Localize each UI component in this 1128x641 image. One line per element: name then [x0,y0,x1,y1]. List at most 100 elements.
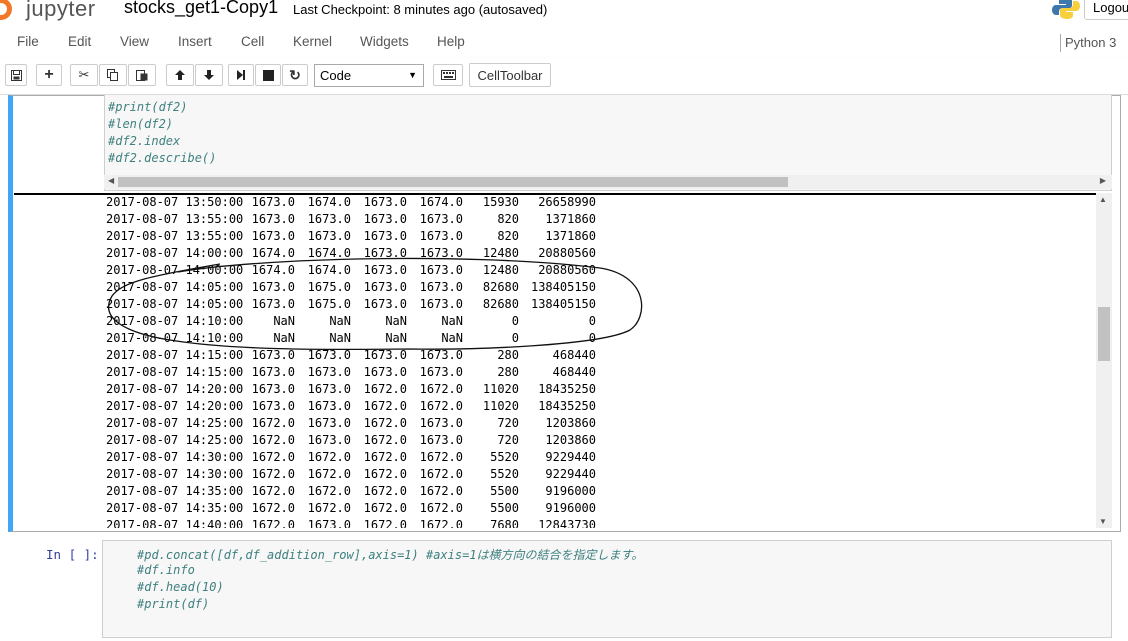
menu-insert[interactable]: Insert [178,34,212,49]
paste-button[interactable] [128,64,156,86]
scrollbar-thumb[interactable] [118,177,788,187]
value-cell: 1673.0 [307,433,351,447]
cell-type-value: Code [320,68,352,83]
value-cell: 1672.0 [363,399,407,413]
value-cell: 5500 [490,484,519,498]
value-cell: 1672.0 [363,433,407,447]
checkpoint-status: Last Checkpoint: 8 minutes ago (autosave… [293,2,548,17]
output-row: 2017-08-07 14:25:00 1672.0 1673.0 1672.0 167… [14,433,634,450]
cut-button[interactable]: ✂ [70,64,98,86]
value-cell: 1672.0 [363,501,407,515]
menu-kernel[interactable]: Kernel [293,34,332,49]
copy-button[interactable] [99,64,127,86]
value-cell: 138405150 [530,297,596,311]
logout-button[interactable]: Logout [1084,0,1128,20]
timestamp-cell: 2017-08-07 14:00:00 [106,246,244,260]
value-cell: 1672.0 [251,467,295,481]
value-cell: 1672.0 [419,467,463,481]
scrollbar-thumb[interactable] [1098,307,1110,361]
value-cell: 1673.0 [251,280,295,294]
celltoolbar-button[interactable]: CellToolbar [469,63,551,87]
output-row: 2017-08-07 14:40:00 1672.0 1673.0 1672.0 167… [14,518,634,528]
value-cell: 26658990 [538,195,596,209]
scroll-down-icon[interactable]: ▼ [1099,517,1107,526]
code-line: #df2.index [108,134,181,148]
value-cell: 1672.0 [363,484,407,498]
value-cell: 1673.0 [251,399,295,413]
value-cell: 1674.0 [251,263,295,277]
jupyter-logo-icon [0,0,20,20]
logo-text: jupyter [26,0,96,21]
value-cell: NaN [385,314,407,328]
timestamp-cell: 2017-08-07 14:15:00 [106,348,244,362]
value-cell: NaN [273,331,295,345]
value-cell: 1673.0 [307,382,351,396]
value-cell: 7680 [490,518,519,528]
timestamp-cell: 2017-08-07 14:00:00 [106,263,244,277]
stop-icon [262,69,274,81]
value-cell: 1672.0 [419,399,463,413]
menu-widgets[interactable]: Widgets [360,34,409,49]
menu-help[interactable]: Help [437,34,465,49]
move-up-button[interactable] [166,64,194,86]
timestamp-cell: 2017-08-07 14:30:00 [106,450,244,464]
value-cell: 1674.0 [307,263,351,277]
header: jupyter stocks_get1-Copy1 Last Checkpoin… [0,0,1128,30]
value-cell: 820 [497,229,519,243]
value-cell: 1673.0 [363,229,407,243]
value-cell: 1673.0 [419,280,463,294]
horizontal-scrollbar[interactable]: ◀ ▶ [104,175,1112,189]
run-button[interactable] [228,64,254,86]
notebook-title[interactable]: stocks_get1-Copy1 [124,0,278,18]
scroll-left-icon[interactable]: ◀ [108,176,114,185]
value-cell: 1673.0 [363,348,407,362]
refresh-icon: ↻ [289,66,301,83]
restart-button[interactable]: ↻ [282,64,308,86]
value-cell: 1674.0 [419,195,463,209]
save-button[interactable] [5,64,27,86]
value-cell: 1673.0 [363,280,407,294]
timestamp-cell: 2017-08-07 14:25:00 [106,416,244,430]
value-cell: 1673.0 [419,365,463,379]
vertical-scrollbar[interactable]: ▲ ▼ [1096,193,1112,528]
value-cell: 82680 [482,297,519,311]
output-row: 2017-08-07 13:55:00 1673.0 1673.0 1673.0 167… [14,229,634,246]
jupyter-logo[interactable]: jupyter [0,0,96,24]
insert-cell-button[interactable]: + [36,64,62,86]
timestamp-cell: 2017-08-07 14:10:00 [106,314,244,328]
value-cell: 5520 [490,450,519,464]
value-cell: NaN [273,314,295,328]
value-cell: 11020 [482,382,519,396]
value-cell: 1674.0 [251,246,295,260]
menu-file[interactable]: File [17,34,39,49]
value-cell: 1673.0 [307,212,351,226]
value-cell: 1673.0 [251,195,295,209]
output-row: 2017-08-07 14:30:00 1672.0 1672.0 1672.0 167… [14,467,634,484]
arrow-up-icon [175,70,185,80]
kernel-indicator[interactable]: Python 3 [1060,34,1116,52]
interrupt-button[interactable] [255,64,281,86]
value-cell: 1672.0 [419,484,463,498]
timestamp-cell: 2017-08-07 14:20:00 [106,399,244,413]
move-down-button[interactable] [195,64,223,86]
value-cell: 1672.0 [251,501,295,515]
value-cell: 720 [497,433,519,447]
scroll-right-icon[interactable]: ▶ [1100,176,1106,185]
menu-cell[interactable]: Cell [241,34,264,49]
chevron-down-icon: ▼ [408,70,417,80]
menubar: File Edit View Insert Cell Kernel Widget… [0,30,1128,58]
value-cell: 468440 [552,365,596,379]
command-palette-button[interactable] [433,64,463,86]
value-cell: 1675.0 [307,297,351,311]
scroll-up-icon[interactable]: ▲ [1099,195,1107,204]
value-cell: 1674.0 [307,195,351,209]
value-cell: 82680 [482,280,519,294]
value-cell: 18435250 [538,399,596,413]
value-cell: 1673.0 [419,348,463,362]
menu-edit[interactable]: Edit [68,34,91,49]
menu-view[interactable]: View [120,34,149,49]
code-line: #print(df) [137,597,210,611]
code-line: #df2.describe() [108,151,217,165]
cell-type-select[interactable]: Code ▼ [314,64,424,87]
value-cell: 20880560 [538,246,596,260]
